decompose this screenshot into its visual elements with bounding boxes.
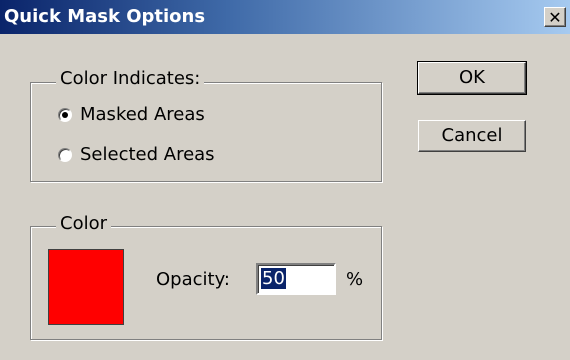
radio-masked-areas[interactable]: Masked Areas bbox=[58, 104, 205, 125]
ok-button[interactable]: OK bbox=[417, 61, 527, 95]
color-indicates-legend: Color Indicates: bbox=[56, 68, 205, 89]
color-swatch[interactable] bbox=[48, 249, 124, 325]
window-title: Quick Mask Options bbox=[4, 6, 206, 27]
opacity-label: Opacity: bbox=[156, 269, 230, 290]
color-legend: Color bbox=[56, 213, 111, 234]
opacity-unit: % bbox=[346, 269, 364, 290]
color-indicates-group bbox=[30, 82, 382, 182]
opacity-input[interactable]: 50 bbox=[256, 263, 336, 295]
close-button[interactable]: ✕ bbox=[544, 7, 566, 27]
radio-selected-dot bbox=[62, 111, 68, 118]
radio-label: Masked Areas bbox=[80, 104, 205, 125]
radio-button[interactable] bbox=[58, 107, 72, 122]
opacity-value: 50 bbox=[261, 268, 286, 289]
radio-button[interactable] bbox=[58, 147, 72, 162]
title-bar[interactable]: Quick Mask Options ✕ bbox=[0, 0, 570, 34]
radio-selected-areas[interactable]: Selected Areas bbox=[58, 144, 215, 165]
close-icon: ✕ bbox=[548, 8, 562, 27]
radio-label: Selected Areas bbox=[80, 144, 215, 165]
cancel-button[interactable]: Cancel bbox=[418, 120, 526, 152]
